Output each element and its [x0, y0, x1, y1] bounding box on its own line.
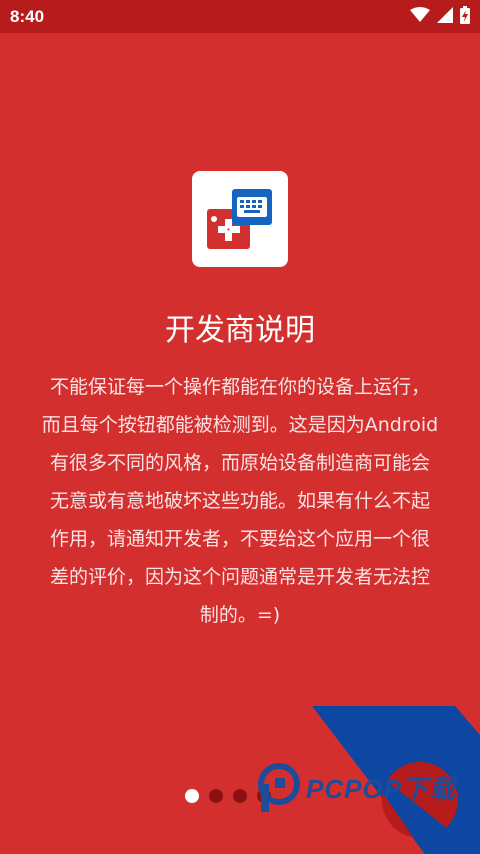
page-dot-1[interactable]	[185, 789, 199, 803]
wifi-icon	[410, 6, 430, 27]
description-line: 有很多不同的风格，而原始设备制造商可能会	[49, 452, 430, 474]
watermark-logo-icon	[258, 763, 300, 812]
developer-note-text: 不能保证每一个操作都能在你的设备上运行， 而且每个按钮都能被检测到。这是因为An…	[20, 368, 460, 634]
description-line: 无意或有意地破坏这些功能。如果有什么不起	[49, 490, 430, 512]
description-line: 制的。=)	[199, 604, 281, 626]
signal-icon	[437, 6, 453, 27]
description-line: 差的评价，因为这个问题通常是开发者无法控	[49, 566, 430, 588]
gamepad-keyboard-icon	[207, 189, 272, 249]
page-dot-3[interactable]	[233, 789, 247, 803]
description-line: 而且每个按钮都能被检测到。这是因为Android	[41, 414, 439, 436]
page-dot-2[interactable]	[209, 789, 223, 803]
watermark-text: PCPOP下载	[306, 774, 457, 804]
status-icons	[410, 5, 470, 28]
app-icon	[192, 171, 288, 267]
description-line: 作用，请通知开发者，不要给这个应用一个很	[49, 528, 430, 550]
watermark: PCPOP下载	[257, 762, 467, 814]
status-time: 8:40	[10, 6, 45, 26]
page-title: 开发商说明	[165, 313, 315, 348]
status-bar: 8:40	[0, 0, 480, 33]
battery-charging-icon	[460, 5, 470, 28]
description-line: 不能保证每一个操作都能在你的设备上运行，	[49, 376, 430, 398]
